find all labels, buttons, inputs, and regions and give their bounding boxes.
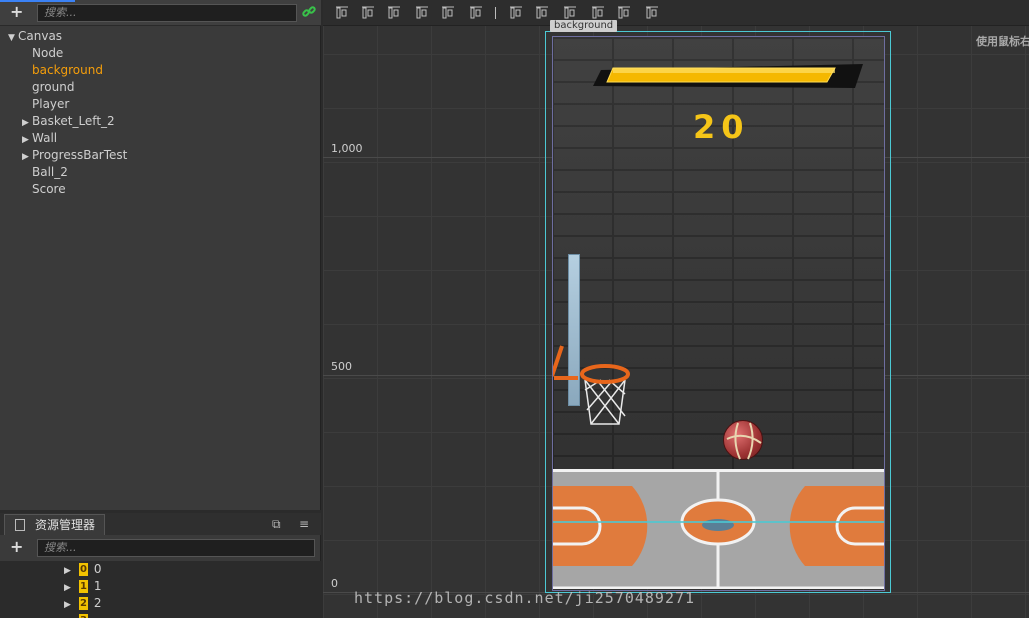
- assets-tabbar: 资源管理器 ⧉ ≡: [0, 513, 321, 535]
- asset-item-label: 1: [93, 579, 102, 593]
- asset-item-label: 0: [93, 562, 102, 576]
- asset-item[interactable]: ▶ 2 2: [64, 595, 102, 612]
- collapse-arrow-icon[interactable]: ▶: [64, 600, 71, 610]
- tree-node[interactable]: ▶ Basket_Left_2: [0, 113, 321, 130]
- assets-panel: 资源管理器 ⧉ ≡ + 搜索... ▶ 00 ▶ 11 ▶ 22 ▶3: [0, 513, 321, 618]
- align-toolbar: [323, 0, 1029, 26]
- tree-node-label: Wall: [32, 131, 58, 145]
- popout-icon[interactable]: ⧉: [272, 518, 284, 530]
- distribute-vcenter-icon[interactable]: [535, 6, 549, 20]
- align-hcenter-icon[interactable]: [441, 6, 455, 20]
- tree-node[interactable]: Node: [0, 45, 321, 62]
- align-vcenter-icon[interactable]: [361, 6, 375, 20]
- align-right-icon[interactable]: [469, 6, 483, 20]
- distribute-bottom-icon[interactable]: [563, 6, 577, 20]
- tree-node-label: Node: [32, 46, 64, 60]
- tree-node-label: background: [32, 63, 103, 77]
- tree-node-label: Basket_Left_2: [32, 114, 115, 128]
- number-sprite-icon: 1: [78, 580, 88, 593]
- scene-view[interactable]: 1,000 500 0 使用鼠标右 20 background: [323, 0, 1029, 618]
- ruler-label-1000: 1,000: [331, 142, 363, 155]
- number-sprite-icon: 0: [78, 563, 88, 576]
- add-asset-button[interactable]: +: [10, 539, 23, 555]
- tree-node[interactable]: Player: [0, 96, 321, 113]
- menu-icon[interactable]: ≡: [299, 518, 311, 530]
- selection-frame: [552, 36, 885, 591]
- tree-node-label: Ball_2: [32, 165, 68, 179]
- tree-node-label: Canvas: [18, 29, 63, 43]
- tree-node-label: ProgressBarTest: [32, 148, 128, 162]
- ruler-label-0: 0: [331, 577, 338, 590]
- align-top-icon[interactable]: [335, 6, 349, 20]
- asset-list: ▶ 00 ▶ 11 ▶ 22 ▶3: [0, 561, 321, 618]
- distribute-hcenter-icon[interactable]: [617, 6, 631, 20]
- tab-assets-label: 资源管理器: [35, 518, 96, 532]
- selection-label: background: [550, 20, 618, 32]
- expand-arrow-icon[interactable]: ▼: [8, 30, 18, 47]
- align-left-icon[interactable]: [415, 6, 429, 20]
- asset-item[interactable]: ▶ 0 0: [64, 561, 102, 578]
- editor-window: + 搜索... ▼ Canvas Node background ground Playe…: [0, 0, 1029, 618]
- distribute-right-icon[interactable]: [645, 6, 659, 20]
- tree-node[interactable]: ▶ Wall: [0, 130, 321, 147]
- node-tree: ▼ Canvas Node background ground Player ▶ Basket…: [0, 28, 321, 198]
- hierarchy-panel: + 搜索... ▼ Canvas Node background ground Playe…: [0, 0, 321, 510]
- tree-node[interactable]: ground: [0, 79, 321, 96]
- tree-node-label: Player: [32, 97, 70, 111]
- ruler-label-500: 500: [331, 360, 352, 373]
- asset-item[interactable]: ▶ 1 1: [64, 578, 102, 595]
- asset-item-label: 2: [93, 596, 102, 610]
- hierarchy-toolbar: + 搜索...: [0, 0, 321, 26]
- link-icon[interactable]: [302, 5, 316, 19]
- asset-item[interactable]: ▶3: [64, 612, 94, 618]
- assets-search-input[interactable]: 搜索...: [37, 539, 315, 557]
- collapse-arrow-icon[interactable]: ▶: [64, 583, 71, 593]
- distribute-top-icon[interactable]: [509, 6, 523, 20]
- tree-node[interactable]: ▶ ProgressBarTest: [0, 147, 321, 164]
- tab-assets[interactable]: 资源管理器: [4, 514, 105, 535]
- scene-hint: 使用鼠标右: [976, 35, 1029, 48]
- document-icon: [15, 519, 25, 531]
- add-node-button[interactable]: +: [10, 4, 26, 20]
- tree-node[interactable]: Score: [0, 181, 321, 198]
- tree-node-label: ground: [32, 80, 75, 94]
- number-sprite-icon: 2: [78, 597, 88, 610]
- toolbar-separator: [495, 7, 496, 19]
- distribute-left-icon[interactable]: [591, 6, 605, 20]
- tree-node-label: Score: [32, 182, 66, 196]
- number-sprite-icon: 3: [78, 614, 88, 618]
- collapse-arrow-icon[interactable]: ▶: [64, 566, 71, 576]
- hierarchy-search-input[interactable]: 搜索...: [37, 4, 297, 22]
- tree-node[interactable]: ▼ Canvas: [0, 28, 321, 45]
- tree-node[interactable]: background: [0, 62, 321, 79]
- tree-node[interactable]: Ball_2: [0, 164, 321, 181]
- align-bottom-icon[interactable]: [387, 6, 401, 20]
- watermark: https://blog.csdn.net/ji2570489271: [354, 589, 696, 607]
